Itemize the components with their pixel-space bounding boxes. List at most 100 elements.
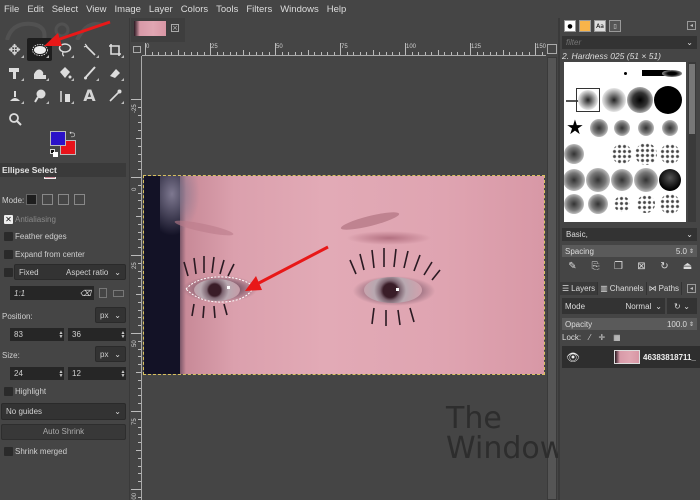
lock-position-icon[interactable]: ✛ (598, 333, 605, 342)
bucket-fill-tool-icon[interactable] (52, 61, 77, 84)
spacing-slider[interactable]: Spacing 5.0 ⇕ (562, 245, 697, 257)
mode-replace-button[interactable] (26, 194, 37, 205)
mode-add-button[interactable] (42, 194, 53, 205)
expand-from-center-checkbox[interactable] (4, 250, 13, 259)
tab-channels[interactable]: ▥ Channels (598, 281, 647, 295)
dock-menu-icon[interactable]: ◂ (687, 283, 696, 293)
lock-pixels-icon[interactable]: ⁄ (589, 333, 590, 342)
position-unit-dropdown[interactable]: px ⌄ (95, 307, 126, 323)
menu-filters[interactable]: Filters (246, 4, 272, 15)
position-y-input[interactable]: 36 ▲ ▼ (68, 328, 126, 341)
ellipse-selection[interactable] (184, 273, 256, 305)
fonts-tab-icon[interactable]: Aa (594, 20, 606, 32)
swap-colors-icon[interactable]: ⮌ (69, 129, 75, 143)
brush-item[interactable] (564, 144, 584, 164)
feather-edges-checkbox[interactable] (4, 232, 13, 241)
brush-scrollbar[interactable] (688, 62, 696, 222)
vertical-ruler[interactable]: -25 0 25 50 75 100 (131, 56, 142, 500)
brushes-tab-icon[interactable]: ● (564, 20, 576, 32)
menu-colors[interactable]: Colors (181, 4, 208, 15)
spin-icon[interactable]: ▲ ▼ (120, 330, 126, 339)
brush-item[interactable] (611, 169, 633, 191)
warp-transform-tool-icon[interactable] (27, 61, 52, 84)
brush-item[interactable] (614, 196, 630, 212)
unified-transform-tool-icon[interactable] (2, 61, 27, 84)
dock-divider[interactable] (558, 18, 560, 500)
brush-item[interactable] (660, 194, 680, 214)
zoom-to-fit-icon[interactable] (547, 44, 557, 54)
reset-colors-icon[interactable] (50, 149, 58, 157)
patterns-tab-icon[interactable] (579, 20, 591, 32)
menu-layer[interactable]: Layer (149, 4, 173, 15)
brush-item[interactable] (638, 120, 654, 136)
crop-tool-icon[interactable] (102, 38, 127, 61)
spin-icon[interactable]: ▲ ▼ (58, 330, 64, 339)
image-tab[interactable]: × (131, 18, 185, 42)
tab-layers[interactable]: ☰ Layers (560, 281, 599, 295)
brush-item[interactable] (660, 144, 680, 164)
brush-item[interactable] (590, 119, 608, 137)
fixed-dropdown[interactable]: Fixed Aspect ratio ⌄ (14, 264, 126, 280)
open-brush-as-image-icon[interactable]: ⏏ (681, 260, 694, 273)
menu-image[interactable]: Image (115, 4, 141, 15)
brush-item[interactable] (564, 194, 584, 214)
brush-grid[interactable]: ★ (564, 62, 686, 222)
auto-shrink-button[interactable]: Auto Shrink (1, 424, 126, 440)
brush-item[interactable] (614, 120, 630, 136)
opacity-slider[interactable]: Opacity 100.0 ⇕ (562, 318, 697, 330)
size-height-input[interactable]: 12 ▲ ▼ (68, 367, 126, 380)
brush-item[interactable] (588, 194, 608, 214)
clear-icon[interactable]: ⌫ (80, 289, 91, 298)
image-thumbnail[interactable] (134, 21, 166, 36)
zoom-tool-icon[interactable] (2, 107, 27, 130)
brush-filter-input[interactable]: filter ⌄ (562, 36, 697, 49)
clone-tool-icon[interactable] (2, 84, 27, 107)
menu-select[interactable]: Select (52, 4, 78, 15)
menu-windows[interactable]: Windows (280, 4, 319, 15)
brush-item[interactable] (659, 169, 681, 191)
size-unit-dropdown[interactable]: px ⌄ (95, 346, 126, 362)
paintbrush-tool-icon[interactable] (77, 61, 102, 84)
mode-intersect-button[interactable] (74, 194, 85, 205)
document-history-tab-icon[interactable]: ▯ (609, 20, 621, 32)
tab-paths[interactable]: ⋈ Paths (647, 281, 683, 295)
dock-menu-icon[interactable]: ◂ (687, 21, 696, 30)
refresh-brushes-icon[interactable]: ↻ (658, 260, 671, 273)
brush-item[interactable]: ★ (566, 117, 584, 137)
color-picker-tool-icon[interactable] (102, 84, 127, 107)
brush-item[interactable] (654, 86, 682, 114)
smudge-tool-icon[interactable] (27, 84, 52, 107)
brush-item[interactable] (612, 144, 632, 164)
brush-item[interactable] (662, 70, 682, 77)
brush-item[interactable] (637, 195, 655, 213)
menu-help[interactable]: Help (327, 4, 347, 15)
eye-icon[interactable]: 👁 (566, 351, 580, 364)
brush-item[interactable] (635, 143, 657, 165)
spin-icon[interactable]: ⇕ (689, 321, 694, 328)
layer-name[interactable]: 46383818711_ (643, 353, 696, 362)
spin-icon[interactable]: ▲ ▼ (120, 369, 126, 378)
spin-icon[interactable]: ⇕ (689, 248, 694, 255)
text-tool-icon[interactable]: A (77, 84, 102, 107)
foreground-color[interactable] (50, 131, 66, 146)
quick-mask-toggle[interactable] (132, 44, 142, 56)
layer-mode-dropdown[interactable]: Mode Normal ⌄ (562, 298, 665, 314)
ellipse-select-tool-icon[interactable] (27, 38, 52, 61)
composite-mode-dropdown[interactable]: ↻ ⌄ (667, 298, 697, 314)
antialiasing-checkbox[interactable]: ✕ (4, 215, 13, 224)
shrink-merged-checkbox[interactable] (4, 447, 13, 456)
menu-file[interactable]: File (4, 4, 19, 15)
brush-tag-dropdown[interactable]: Basic, ⌄ (562, 228, 697, 241)
highlight-checkbox[interactable] (4, 387, 13, 396)
menu-view[interactable]: View (86, 4, 106, 15)
landscape-icon[interactable] (113, 290, 124, 297)
lock-alpha-icon[interactable]: ▦ (613, 333, 621, 342)
delete-brush-icon[interactable]: ⊠ (635, 260, 648, 273)
brush-item[interactable] (602, 88, 626, 112)
guides-dropdown[interactable]: No guides ⌄ (1, 403, 126, 420)
scrollbar-thumb[interactable] (689, 64, 695, 134)
duplicate-brush-icon[interactable]: ❐ (612, 260, 625, 273)
portrait-icon[interactable] (99, 288, 107, 298)
move-tool-icon[interactable]: ✥ (2, 38, 27, 61)
size-width-input[interactable]: 24 ▲ ▼ (10, 367, 64, 380)
